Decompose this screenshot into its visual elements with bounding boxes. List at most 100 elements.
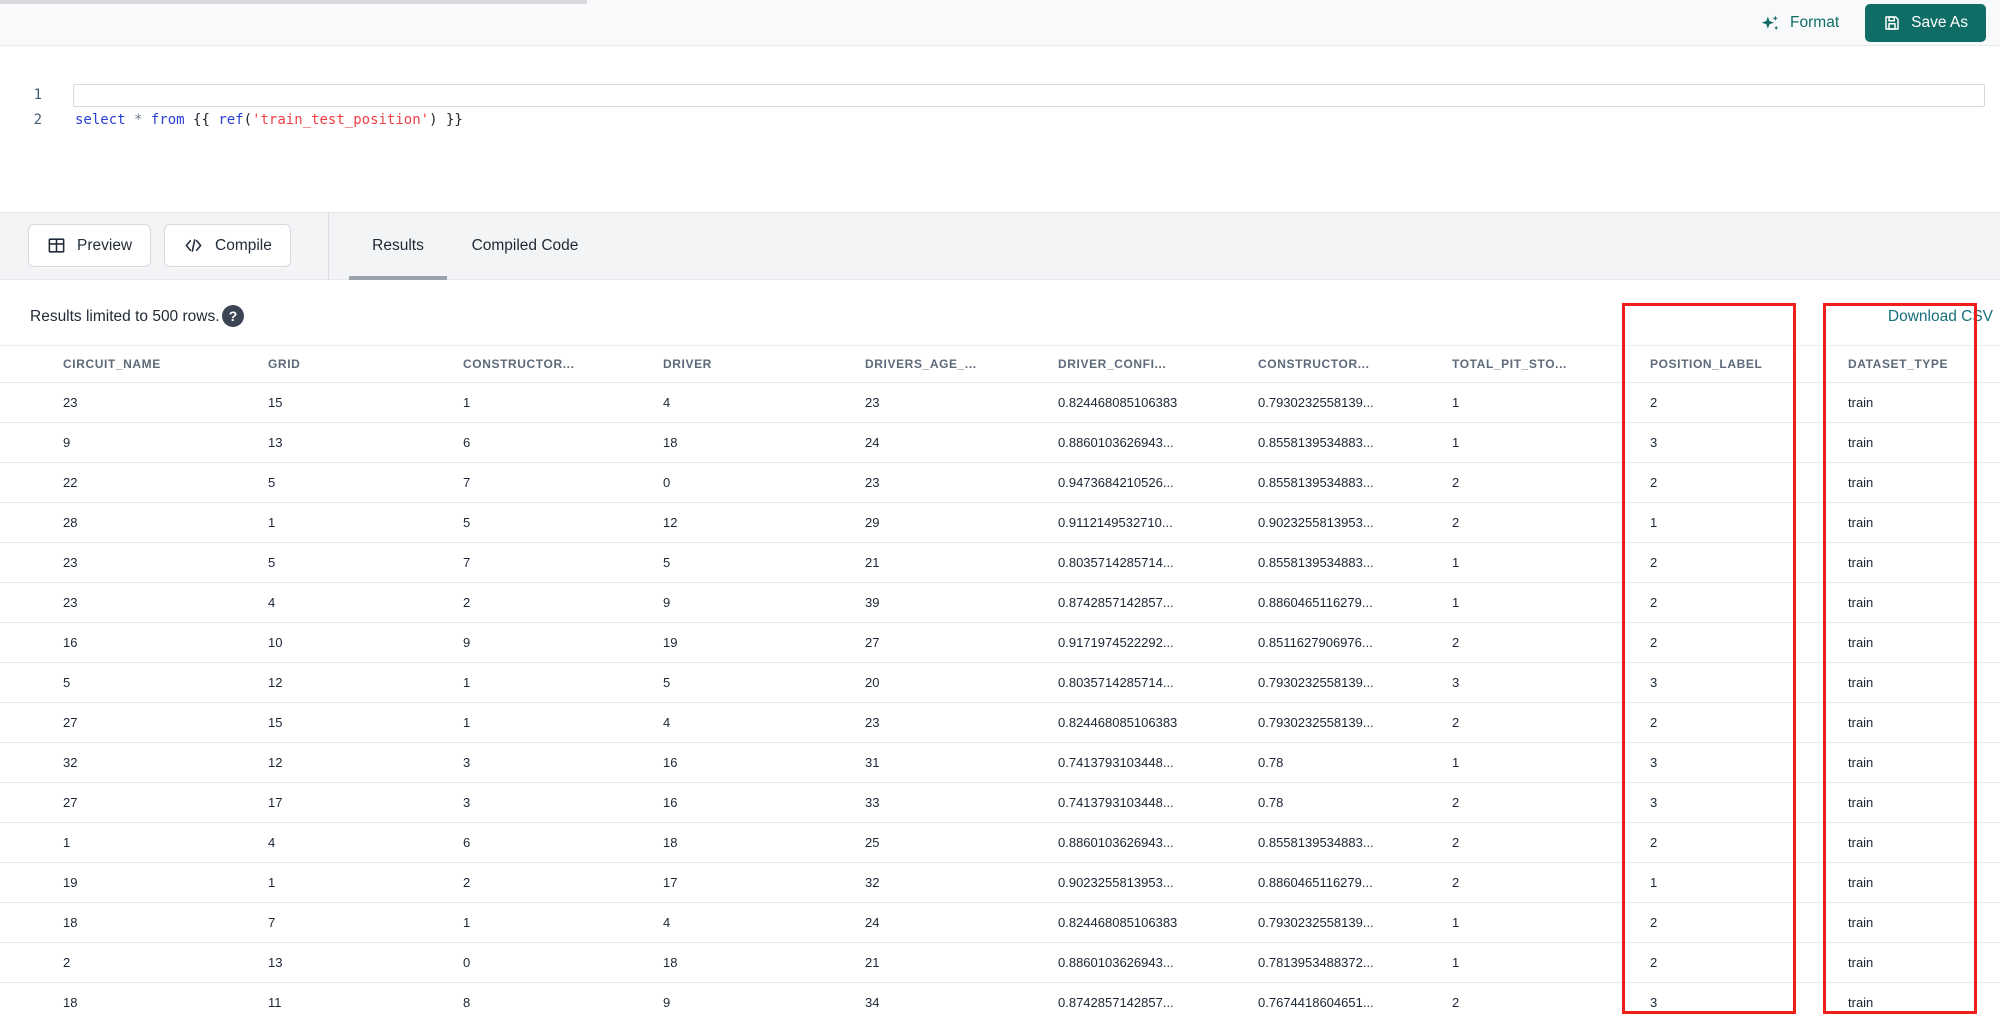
table-cell: 1 <box>1452 555 1460 570</box>
table-cell: 7 <box>463 555 471 570</box>
table-cell: 2 <box>1650 955 1658 970</box>
table-cell: 19 <box>63 875 78 890</box>
table-cell: 18 <box>63 995 78 1010</box>
table-cell: 23 <box>63 555 78 570</box>
table-row: 1 4 6 18 25 0.8860103626943... 0.8558139534883… <box>0 822 2000 862</box>
table-cell: 24 <box>865 915 880 930</box>
table-cell: 4 <box>268 835 276 850</box>
table-cell: 28 <box>63 515 78 530</box>
compile-button[interactable]: Compile <box>164 224 291 267</box>
table-cell: train <box>1848 595 1874 610</box>
table-cell: 11 <box>268 995 282 1010</box>
save-as-label: Save As <box>1911 14 1968 31</box>
tab-results[interactable]: Results <box>349 212 447 280</box>
table-cell: 0.8558139534883... <box>1258 555 1374 570</box>
sql-statement[interactable]: select * from {{ ref('train_test_positio… <box>75 108 463 133</box>
table-cell: 32 <box>63 755 78 770</box>
table-cell: 2 <box>1452 995 1460 1010</box>
format-button[interactable]: Format <box>1760 13 1839 34</box>
table-cell: 34 <box>865 995 880 1010</box>
table-cell: 0.824468085106383 <box>1058 715 1178 730</box>
table-cell: 1 <box>463 395 471 410</box>
column-header-position-label: POSITION_LABEL <box>1650 357 1763 371</box>
table-cell: 31 <box>865 755 880 770</box>
tab-compiled-code[interactable]: Compiled Code <box>460 212 590 280</box>
file-tab-strip <box>0 0 587 4</box>
table-row: 27 15 1 4 23 0.824468085106383 0.7930232558139… <box>0 702 2000 742</box>
table-row: 22 5 7 0 23 0.9473684210526... 0.8558139534883… <box>0 462 2000 502</box>
table-cell: 1 <box>63 835 71 850</box>
table-cell: 1 <box>463 715 471 730</box>
table-row: 18 7 1 4 24 0.824468085106383 0.7930232558139.… <box>0 902 2000 942</box>
table-row: 32 12 3 16 31 0.7413793103448... 0.78 1 3 train <box>0 742 2000 782</box>
table-cell: 4 <box>663 395 671 410</box>
table-cell: 2 <box>1452 875 1460 890</box>
table-cell: 18 <box>663 435 678 450</box>
sql-code-editor[interactable]: 1 select * from {{ ref('train_test_posit… <box>0 46 2000 164</box>
help-icon[interactable]: ? <box>222 305 244 327</box>
table-cell: 0.7413793103448... <box>1058 795 1174 810</box>
save-as-button[interactable]: Save As <box>1865 4 1986 42</box>
table-cell: 27 <box>63 715 78 730</box>
table-cell: 3 <box>463 795 471 810</box>
table-cell: 0.7930232558139... <box>1258 675 1374 690</box>
line-number-2: 2 <box>33 112 42 128</box>
table-cell: train <box>1848 875 1874 890</box>
table-cell: 3 <box>1650 435 1658 450</box>
table-cell: 9 <box>663 995 671 1010</box>
active-line-highlight[interactable] <box>73 84 1985 107</box>
table-cell: 0.8558139534883... <box>1258 435 1374 450</box>
table-cell: 0.824468085106383 <box>1058 915 1178 930</box>
table-cell: 12 <box>663 515 678 530</box>
table-cell: 2 <box>1452 835 1460 850</box>
table-cell: 1 <box>1452 395 1460 410</box>
table-cell: 3 <box>1650 995 1658 1010</box>
table-cell: 0.78 <box>1258 755 1284 770</box>
column-header-constructor-: CONSTRUCTOR... <box>1258 357 1370 371</box>
table-cell: 7 <box>268 915 276 930</box>
table-cell: 20 <box>865 675 880 690</box>
table-row: 23 15 1 4 23 0.824468085106383 0.7930232558139… <box>0 382 2000 422</box>
table-cell: 1 <box>463 675 471 690</box>
table-cell: 32 <box>865 875 880 890</box>
table-cell: train <box>1848 435 1874 450</box>
preview-button[interactable]: Preview <box>28 224 152 267</box>
table-cell: 19 <box>663 635 678 650</box>
table-cell: train <box>1848 995 1874 1010</box>
column-header-driver: DRIVER <box>663 357 712 371</box>
table-row: 2 13 0 18 21 0.8860103626943... 0.781395348837… <box>0 942 2000 982</box>
table-cell: 21 <box>865 555 880 570</box>
table-cell: train <box>1848 555 1874 570</box>
table-cell: 18 <box>63 915 78 930</box>
table-cell: 5 <box>268 475 276 490</box>
table-cell: 29 <box>865 515 880 530</box>
table-cell: 2 <box>463 595 471 610</box>
download-csv-link[interactable]: Download CSV <box>1888 308 1993 326</box>
column-header-dataset-type: DATASET_TYPE <box>1848 357 1949 371</box>
table-grid-icon <box>47 236 66 255</box>
table-cell: 5 <box>268 555 276 570</box>
table-cell: train <box>1848 755 1874 770</box>
table-cell: 15 <box>268 715 283 730</box>
table-cell: 0.9112149532710... <box>1058 515 1173 530</box>
column-header-grid: GRID <box>268 357 301 371</box>
table-cell: 4 <box>663 915 671 930</box>
table-cell: 0.8860465116279... <box>1258 875 1373 890</box>
table-cell: train <box>1848 955 1874 970</box>
table-cell: 0.8035714285714... <box>1058 675 1174 690</box>
table-cell: 0.7674418604651... <box>1258 995 1374 1010</box>
table-cell: 1 <box>1452 755 1460 770</box>
table-cell: 23 <box>865 395 880 410</box>
table-cell: 2 <box>1650 475 1658 490</box>
results-table: CIRCUIT_NAME GRID CONSTRUCTOR... DRIVER DRIV… <box>0 345 2000 1020</box>
row-limit-text: Results limited to 500 rows. <box>30 308 220 325</box>
table-cell: 5 <box>463 515 471 530</box>
table-cell: 9 <box>663 595 671 610</box>
active-tab-indicator <box>349 276 447 280</box>
preview-label: Preview <box>77 236 133 254</box>
table-cell: 1 <box>1452 435 1460 450</box>
table-cell: 0.8742857142857... <box>1058 995 1174 1010</box>
table-row: 9 13 6 18 24 0.8860103626943... 0.855813953488… <box>0 422 2000 462</box>
dbt-ide-screen: Format Save As select * from {{ ref('tra… <box>0 0 2000 1020</box>
table-cell: 23 <box>865 475 880 490</box>
